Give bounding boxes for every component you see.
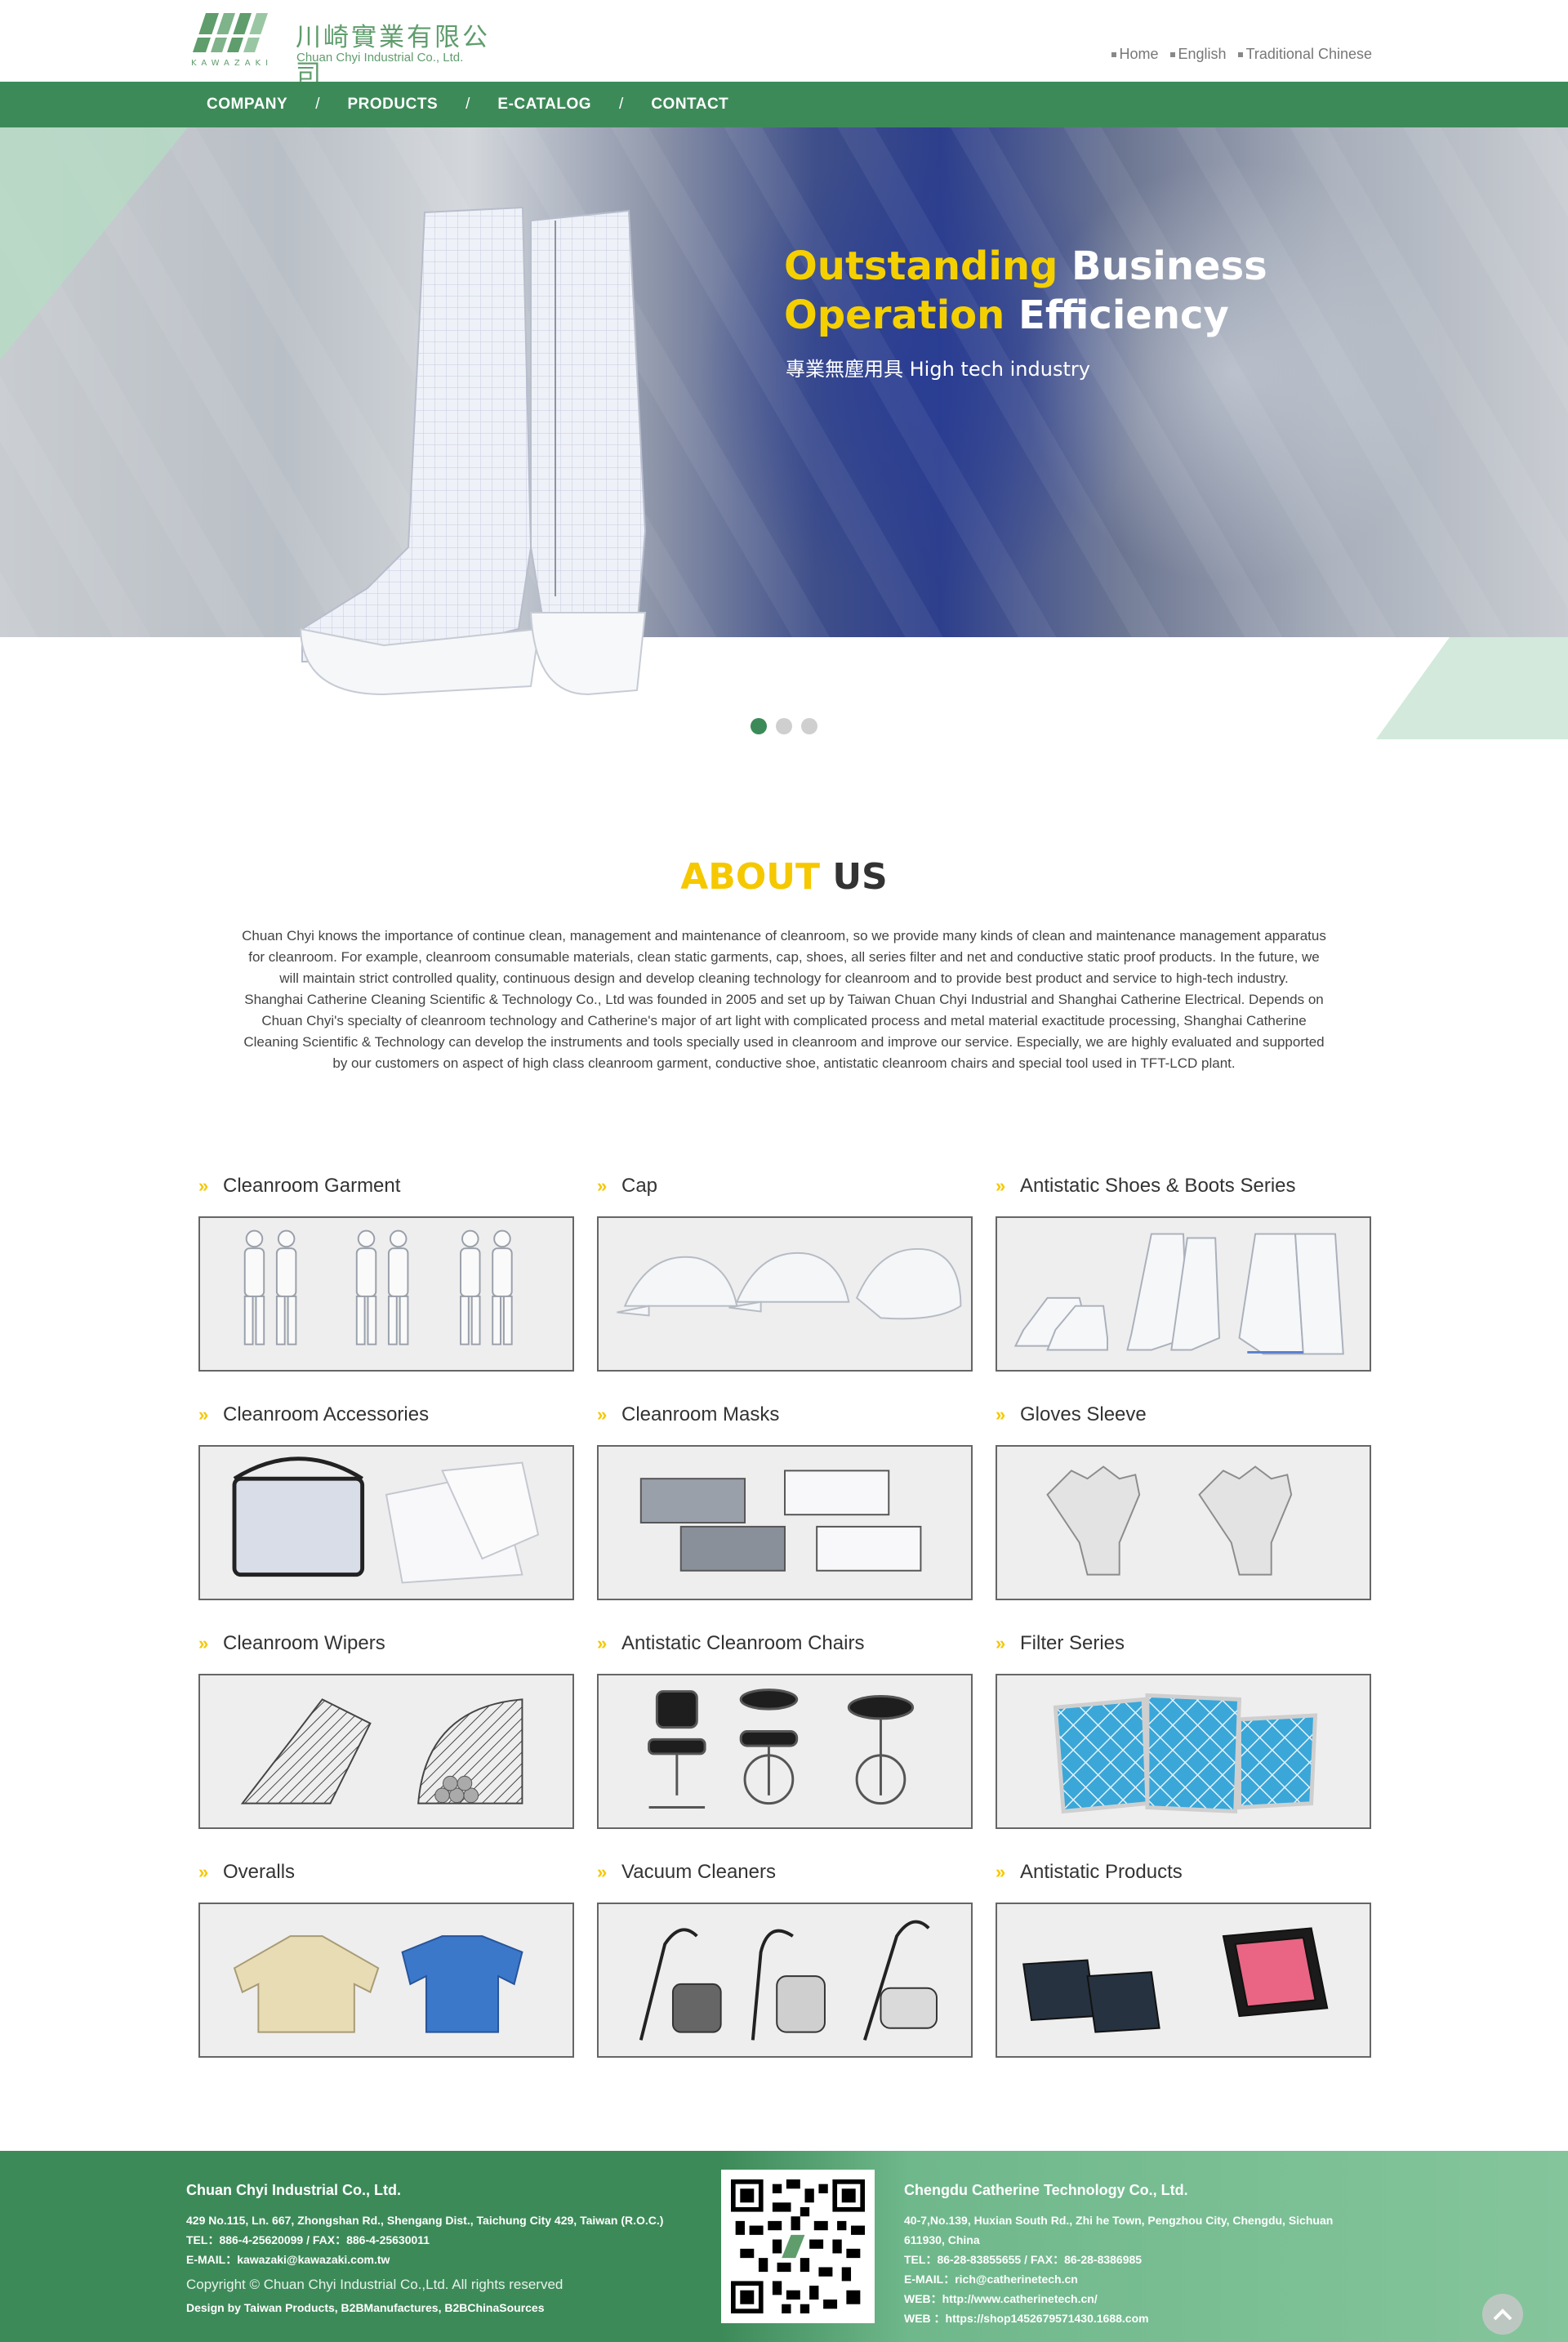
nav-item-company[interactable]: COMPANY bbox=[207, 96, 287, 114]
footer-email-link[interactable]: E-MAIL：kawazaki@kawazaki.com.tw bbox=[186, 2250, 717, 2269]
product-image[interactable] bbox=[198, 1216, 574, 1372]
nav-item-products[interactable]: PRODUCTS bbox=[348, 96, 439, 114]
site-footer: Chuan Chyi Industrial Co., Ltd. 429 No.1… bbox=[0, 2151, 1568, 2342]
slider-dot-1[interactable] bbox=[751, 718, 767, 734]
product-card-vacuum-cleaners[interactable]: » Vacuum Cleaners bbox=[597, 1856, 973, 2060]
product-card-filter-series[interactable]: » Filter Series bbox=[996, 1627, 1371, 1831]
decor-triangle bbox=[1376, 637, 1568, 739]
product-image[interactable] bbox=[996, 1445, 1371, 1600]
product-card-cap[interactable]: » Cap bbox=[597, 1170, 973, 1374]
cap-icon bbox=[617, 1248, 962, 1320]
product-image[interactable] bbox=[996, 1903, 1371, 2058]
chevron-right-icon: » bbox=[198, 1862, 208, 1882]
slider-dots bbox=[751, 718, 817, 734]
product-image[interactable] bbox=[597, 1674, 973, 1829]
product-image[interactable] bbox=[198, 1445, 574, 1600]
company-logo[interactable]: KAWAZAKI 川崎實業有限公司 Chuan Chyi Industrial … bbox=[189, 11, 500, 89]
language-links: Home English Traditional Chinese bbox=[1111, 46, 1372, 63]
chevron-right-icon: » bbox=[198, 1175, 208, 1196]
chevron-right-icon: » bbox=[597, 1633, 607, 1653]
lang-link-home[interactable]: Home bbox=[1111, 46, 1159, 63]
chevron-right-icon: » bbox=[597, 1404, 607, 1425]
chevron-right-icon: » bbox=[996, 1862, 1005, 1882]
product-image[interactable] bbox=[597, 1445, 973, 1600]
nav-separator: / bbox=[466, 96, 470, 113]
chevron-right-icon: » bbox=[597, 1175, 607, 1196]
bullet-icon bbox=[1237, 51, 1243, 57]
hero-title: Outstanding Business Operation Efficienc… bbox=[784, 243, 1267, 338]
lang-link-traditional-chinese[interactable]: Traditional Chinese bbox=[1237, 46, 1372, 63]
about-description: Chuan Chyi knows the importance of conti… bbox=[242, 928, 1326, 1071]
overalls-icon bbox=[233, 1935, 523, 2033]
back-to-top-button[interactable] bbox=[1482, 2294, 1523, 2335]
chevron-right-icon: » bbox=[996, 1175, 1005, 1196]
bag-icon bbox=[232, 1457, 540, 1584]
nav-item-contact[interactable]: CONTACT bbox=[651, 96, 728, 114]
decor-triangle bbox=[0, 127, 188, 360]
product-image[interactable] bbox=[996, 1674, 1371, 1829]
chevron-right-icon: » bbox=[597, 1862, 607, 1882]
product-card-cleanroom-garment[interactable]: » Cleanroom Garment bbox=[198, 1170, 574, 1374]
hero-boots-image bbox=[299, 206, 647, 696]
qr-code bbox=[721, 2170, 875, 2323]
product-card-cleanroom-wipers[interactable]: » Cleanroom Wipers bbox=[198, 1627, 574, 1831]
footer-web-link[interactable]: WEB ：https://shop1452679571430.1688.com bbox=[904, 2309, 1378, 2328]
hero-subtitle: 專業無塵用具 High tech industry bbox=[786, 358, 1090, 381]
footer-web-link[interactable]: WEB：http://www.catherinetech.cn/ bbox=[904, 2289, 1378, 2309]
slider-dot-3[interactable] bbox=[801, 718, 817, 734]
footer-email-link[interactable]: E-MAIL：rich@catherinetech.cn bbox=[904, 2269, 1378, 2289]
about-title: ABOUT US bbox=[680, 856, 888, 898]
boots-icon bbox=[1013, 1233, 1344, 1355]
footer-company-chengdu: Chengdu Catherine Technology Co., Ltd. 4… bbox=[904, 2182, 1378, 2328]
gloves-icon bbox=[1046, 1465, 1293, 1576]
chevron-up-icon bbox=[1493, 2309, 1512, 2321]
product-image[interactable] bbox=[597, 1216, 973, 1372]
chevron-right-icon: » bbox=[198, 1633, 208, 1653]
vacuum-icon bbox=[639, 1920, 938, 2041]
product-card-cleanroom-accessories[interactable]: » Cleanroom Accessories bbox=[198, 1399, 574, 1603]
wipers-icon bbox=[240, 1698, 523, 1804]
product-card-gloves-sleeve[interactable]: » Gloves Sleeve bbox=[996, 1399, 1371, 1603]
product-image[interactable] bbox=[198, 1674, 574, 1829]
filters-icon bbox=[1053, 1693, 1318, 1814]
footer-company-taiwan: Chuan Chyi Industrial Co., Ltd. 429 No.1… bbox=[186, 2182, 717, 2318]
main-nav: COMPANY / PRODUCTS / E-CATALOG / CONTACT bbox=[0, 82, 1568, 127]
product-card-antistatic-products[interactable]: » Antistatic Products bbox=[996, 1856, 1371, 2060]
product-card-antistatic-shoes-boots[interactable]: » Antistatic Shoes & Boots Series bbox=[996, 1170, 1371, 1374]
product-card-antistatic-chairs[interactable]: » Antistatic Cleanroom Chairs bbox=[597, 1627, 973, 1831]
bullet-icon bbox=[1111, 51, 1116, 57]
logo-english-name: Chuan Chyi Industrial Co., Ltd. bbox=[296, 51, 464, 65]
product-image[interactable] bbox=[996, 1216, 1371, 1372]
nav-item-e-catalog[interactable]: E-CATALOG bbox=[497, 96, 591, 114]
chevron-right-icon: » bbox=[996, 1404, 1005, 1425]
chevron-right-icon: » bbox=[996, 1633, 1005, 1653]
chevron-right-icon: » bbox=[198, 1404, 208, 1425]
product-card-overalls[interactable]: » Overalls bbox=[198, 1856, 574, 2060]
lang-link-english[interactable]: English bbox=[1169, 46, 1227, 63]
bullet-icon bbox=[1169, 51, 1175, 57]
product-card-cleanroom-masks[interactable]: » Cleanroom Masks bbox=[597, 1399, 973, 1603]
nav-separator: / bbox=[315, 96, 320, 113]
chairs-icon bbox=[648, 1688, 915, 1809]
slider-dot-2[interactable] bbox=[776, 718, 792, 734]
product-image[interactable] bbox=[198, 1903, 574, 2058]
qr-code-icon bbox=[731, 2179, 865, 2313]
cleanroom-garment-icon bbox=[243, 1229, 513, 1345]
product-image[interactable] bbox=[597, 1903, 973, 2058]
kawazaki-logo-icon: KAWAZAKI bbox=[189, 13, 273, 68]
footer-design-credit[interactable]: Design by Taiwan Products, B2BManufactur… bbox=[186, 2297, 717, 2318]
site-header: KAWAZAKI 川崎實業有限公司 Chuan Chyi Industrial … bbox=[0, 0, 1568, 89]
logo-mark-text: KAWAZAKI bbox=[191, 59, 273, 68]
masks-icon bbox=[639, 1470, 922, 1572]
hero-banner: Outstanding Business Operation Efficienc… bbox=[0, 127, 1568, 637]
nav-separator: / bbox=[619, 96, 624, 113]
trays-icon bbox=[1022, 1927, 1329, 2033]
